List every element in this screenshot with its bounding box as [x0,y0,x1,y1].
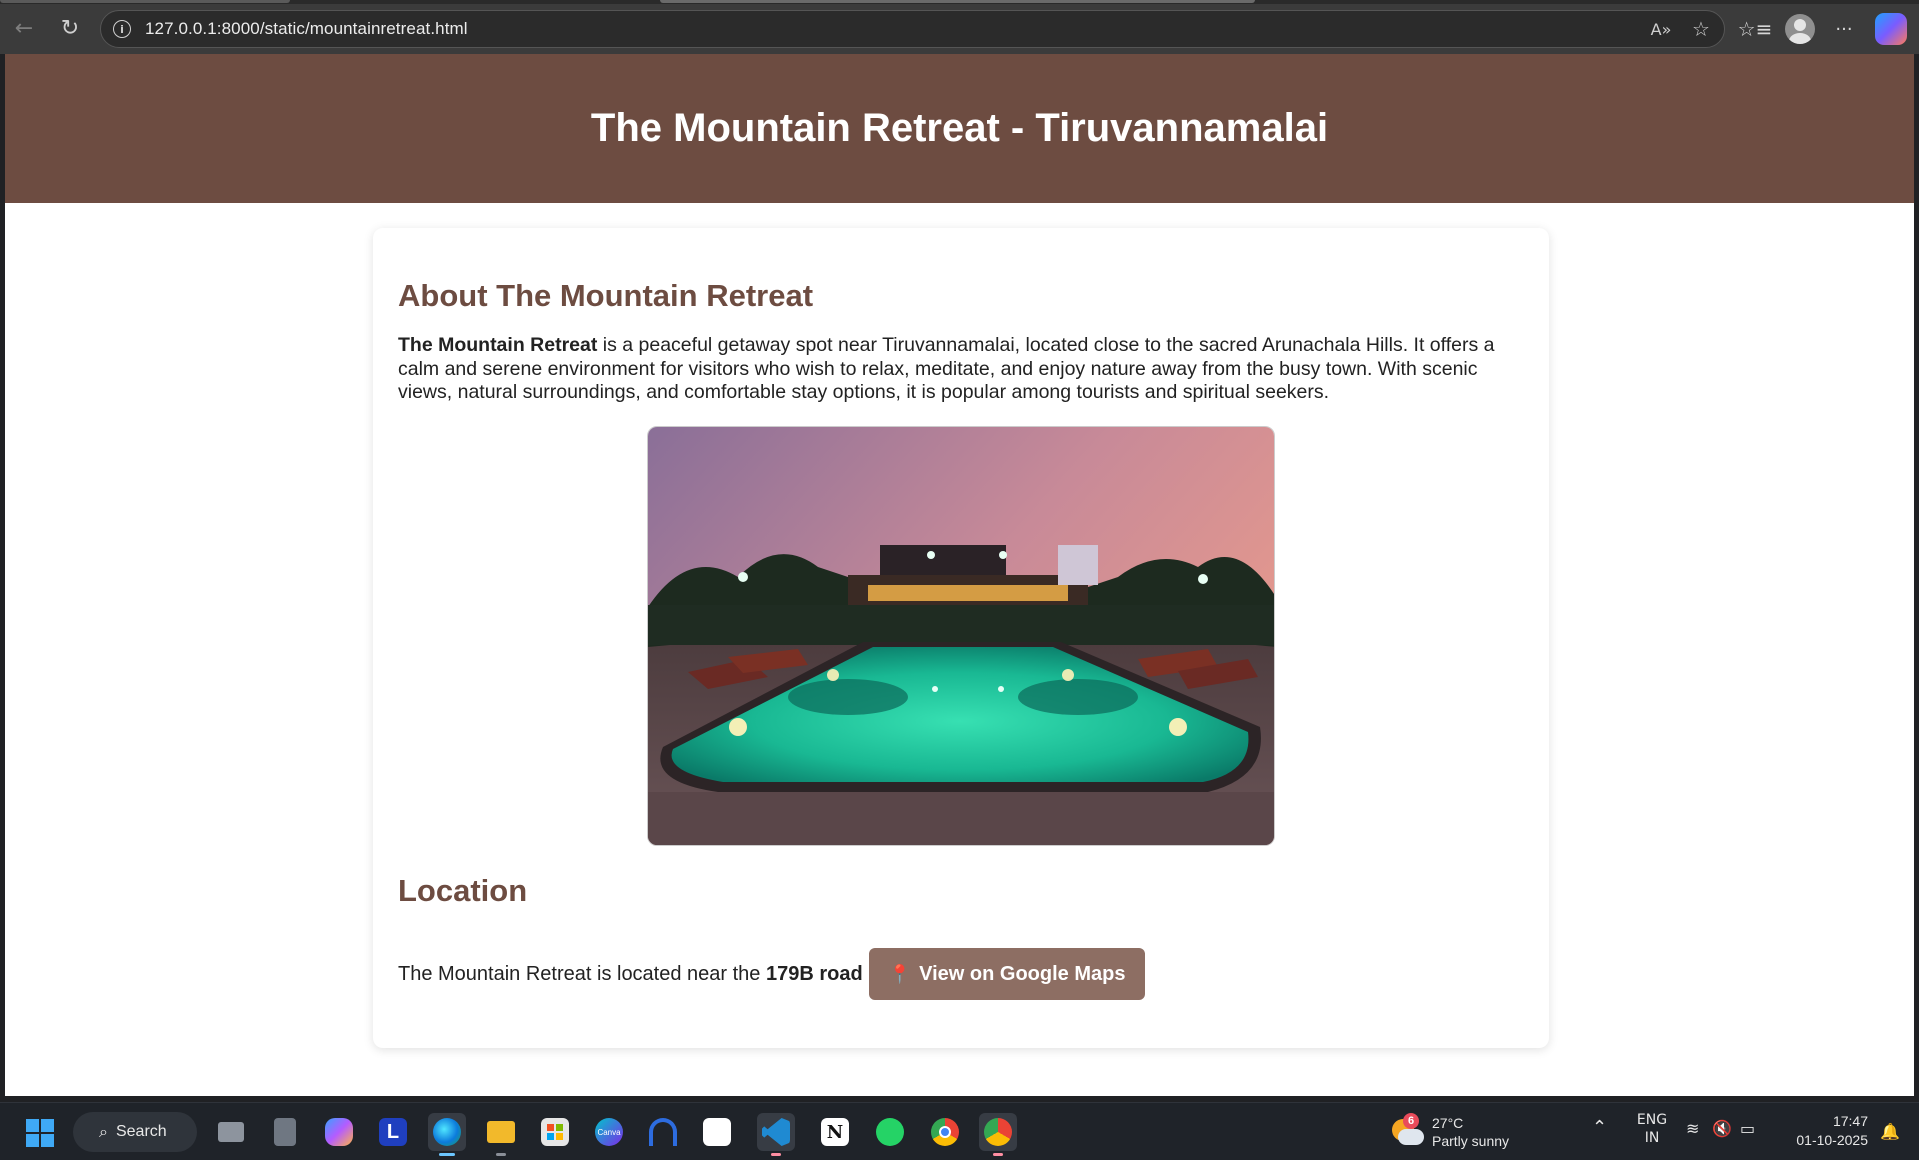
headphones-app-icon[interactable] [644,1113,682,1151]
search-label: Search [115,1123,167,1140]
l-app-icon[interactable]: L [374,1113,412,1151]
back-icon[interactable]: ← [6,11,42,45]
weather-condition: Partly sunny [1432,1133,1510,1149]
microsoft-store-icon[interactable] [536,1113,574,1151]
system-clock[interactable]: 17:47 01-10-2025 [1786,1112,1868,1150]
notification-bell-icon[interactable]: 🔔 [1880,1122,1900,1141]
show-hidden-icons-chevron-icon[interactable]: ⌃ [1592,1119,1607,1137]
language-code: ENG [1636,1112,1668,1128]
volume-muted-icon[interactable]: 🔇 [1712,1120,1732,1138]
pool-illustration [648,427,1274,845]
clock-time: 17:47 [1832,1113,1868,1129]
capcut-icon[interactable] [698,1113,736,1151]
edge-icon[interactable] [428,1113,466,1156]
wifi-icon[interactable]: ≋ [1686,1120,1699,1138]
url-text[interactable]: 127.0.0.1:8000/static/mountainretreat.ht… [145,19,468,39]
pin-icon: 📍 [888,963,912,985]
profile-avatar[interactable] [1785,14,1815,44]
canva-icon[interactable]: Canva [590,1113,628,1151]
retreat-name: The Mountain Retreat [398,334,598,356]
maps-button-label: View on Google Maps [919,962,1126,985]
site-header: The Mountain Retreat - Tiruvannamalai [5,54,1914,203]
vscode-icon[interactable] [757,1113,795,1156]
road-name: 179B road [766,962,863,985]
clock-date: 01-10-2025 [1796,1132,1868,1148]
location-prefix: The Mountain Retreat is located near the [398,962,766,985]
file-explorer-icon[interactable] [482,1113,520,1156]
google-maps-button[interactable]: 📍 View on Google Maps [868,948,1146,1000]
read-aloud-icon[interactable]: A» [1646,14,1676,44]
favorites-icon[interactable]: ☆≡ [1737,11,1773,47]
pool-photo [647,426,1275,846]
task-view-icon[interactable] [212,1113,250,1151]
language-indicator[interactable]: ENG IN [1632,1111,1672,1147]
search-icon: ⌕ [99,1122,108,1141]
page-viewport: The Mountain Retreat - Tiruvannamalai Ab… [5,54,1914,1096]
location-row: The Mountain Retreat is located near the… [398,948,1146,1000]
more-menu-icon[interactable]: ··· [1826,11,1862,47]
reload-icon[interactable]: ↻ [52,11,88,45]
about-heading: About The Mountain Retreat [398,278,814,313]
copilot-app-icon[interactable] [320,1113,358,1151]
weather-widget[interactable]: 6 27°C Partly sunny [1390,1111,1509,1153]
favorite-star-icon[interactable]: ☆ [1686,14,1716,44]
address-bar[interactable]: i 127.0.0.1:8000/static/mountainretreat.… [100,10,1725,48]
region-code: IN [1644,1130,1660,1146]
windows-start-icon[interactable] [26,1119,54,1147]
copilot-icon[interactable] [1875,13,1907,45]
weather-temp: 27°C [1432,1115,1464,1131]
content-card: About The Mountain Retreat The Mountain … [373,228,1549,1048]
chrome-profile-icon[interactable] [979,1113,1017,1156]
partly-sunny-icon: 6 [1390,1113,1424,1149]
calculator-icon[interactable] [266,1113,304,1151]
page-title: The Mountain Retreat - Tiruvannamalai [590,106,1329,150]
tab-edge[interactable] [0,0,290,3]
battery-icon[interactable]: ▭ [1740,1120,1755,1138]
windows-taskbar: ⌕ Search L Canva N 6 27°C Partly sunny ⌃… [0,1102,1919,1160]
location-description: The Mountain Retreat is located near the… [398,963,863,986]
active-tab-edge[interactable] [660,0,1255,3]
site-info-icon[interactable]: i [113,20,131,38]
browser-toolbar: ← ↻ i 127.0.0.1:8000/static/mountainretr… [0,0,1919,54]
about-paragraph: The Mountain Retreat is a peaceful getaw… [398,334,1528,405]
chrome-icon[interactable] [926,1113,964,1151]
location-heading: Location [398,873,528,908]
whatsapp-icon[interactable] [871,1113,909,1151]
weather-badge: 6 [1403,1113,1419,1129]
taskbar-search[interactable]: ⌕ Search [73,1112,197,1152]
notion-icon[interactable]: N [816,1113,854,1151]
